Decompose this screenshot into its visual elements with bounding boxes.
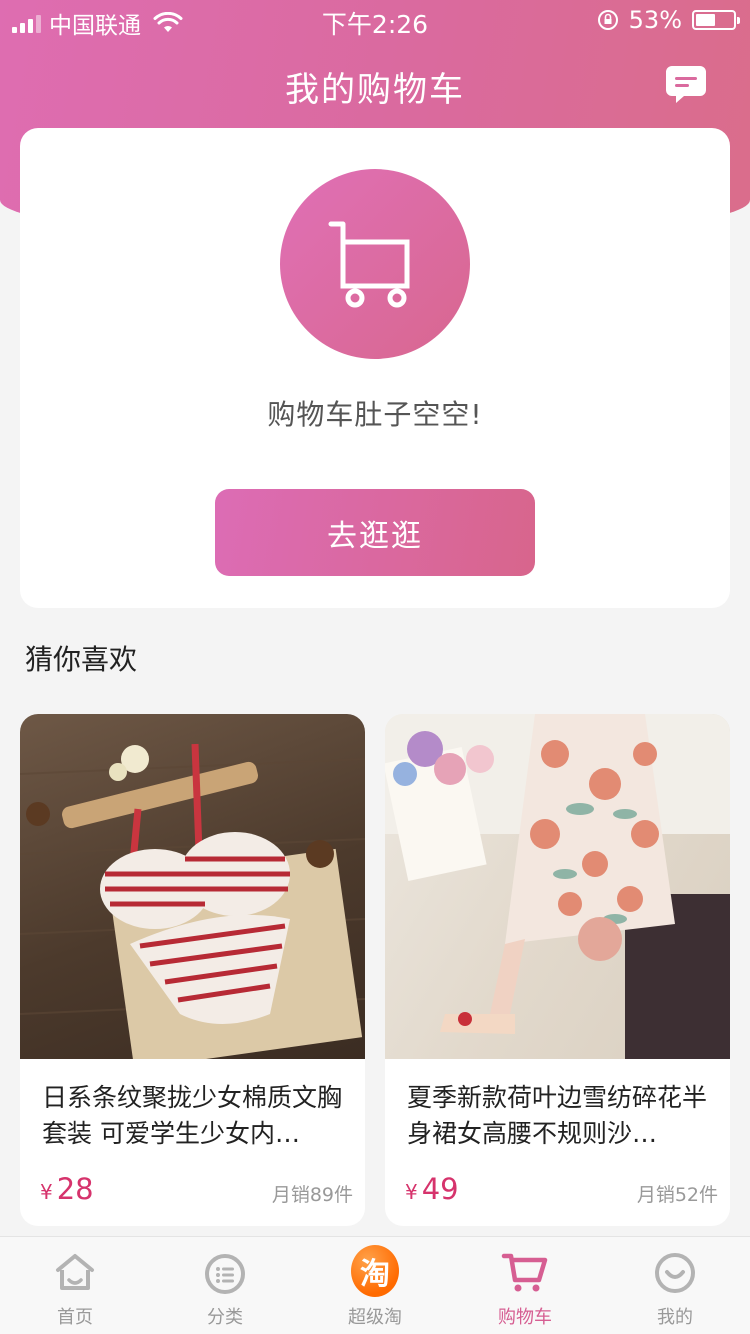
battery-level <box>696 14 716 26</box>
currency-symbol: ¥ <box>40 1180 53 1204</box>
monthly-sales: 月销89件 <box>271 1184 353 1206</box>
cart-icon <box>328 221 410 308</box>
empty-cart-message: 购物车肚子空空! <box>267 398 483 431</box>
tab-profile-label: 我的 <box>657 1307 693 1328</box>
empty-cart-badge <box>280 169 470 359</box>
product-price: ¥28 <box>40 1172 94 1206</box>
tab-profile[interactable]: 我的 <box>600 1237 750 1334</box>
product-image[interactable] <box>385 714 730 1059</box>
page-title: 我的购物车 <box>285 70 465 110</box>
status-bar: 中国联通 下午2:26 53% <box>0 0 750 40</box>
product-card[interactable]: 夏季新款荷叶边雪纺碎花半身裙女高腰不规则沙… ¥49 月销52件 <box>385 714 730 1226</box>
status-right: 53% <box>597 6 740 34</box>
tab-super-taobao[interactable]: 淘 超级淘 <box>300 1237 450 1334</box>
product-image[interactable] <box>20 714 365 1059</box>
monthly-sales: 月销52件 <box>636 1184 718 1206</box>
home-icon <box>56 1254 94 1290</box>
profile-icon <box>655 1253 695 1293</box>
tab-cart-label: 购物车 <box>498 1307 552 1328</box>
tab-super-taobao-label: 超级淘 <box>348 1307 402 1328</box>
rotation-lock-icon <box>597 10 618 30</box>
recommend-section-title: 猜你喜欢 <box>25 643 138 676</box>
tab-cart[interactable]: 购物车 <box>450 1237 600 1334</box>
price-value: 28 <box>56 1172 94 1206</box>
product-photo-skirt <box>385 714 730 1059</box>
battery-percentage: 53% <box>628 6 682 34</box>
product-name[interactable]: 夏季新款荷叶边雪纺碎花半身裙女高腰不规则沙… <box>407 1080 711 1152</box>
cart-icon <box>501 1253 548 1292</box>
bottom-tab-bar: 首页 分类 淘 超级淘 购物车 我的 <box>0 1236 750 1334</box>
tab-home[interactable]: 首页 <box>0 1237 150 1334</box>
tab-category-label: 分类 <box>207 1307 243 1328</box>
price-value: 49 <box>421 1172 459 1206</box>
tab-category[interactable]: 分类 <box>150 1237 300 1334</box>
currency-symbol: ¥ <box>405 1180 418 1204</box>
category-icon <box>205 1254 245 1294</box>
tab-home-label: 首页 <box>57 1307 93 1328</box>
product-card[interactable]: 日系条纹聚拢少女棉质文胸套装 可爱学生少女内… ¥28 月销89件 <box>20 714 365 1226</box>
taobao-icon: 淘 <box>351 1245 399 1297</box>
go-shopping-button[interactable]: 去逛逛 <box>215 489 535 576</box>
battery-icon <box>692 10 740 30</box>
empty-cart-card: 购物车肚子空空! 去逛逛 <box>20 128 730 608</box>
product-price: ¥49 <box>405 1172 459 1206</box>
message-icon[interactable] <box>664 62 708 106</box>
product-name[interactable]: 日系条纹聚拢少女棉质文胸套装 可爱学生少女内… <box>42 1080 346 1152</box>
product-photo-lingerie <box>20 743 365 1059</box>
